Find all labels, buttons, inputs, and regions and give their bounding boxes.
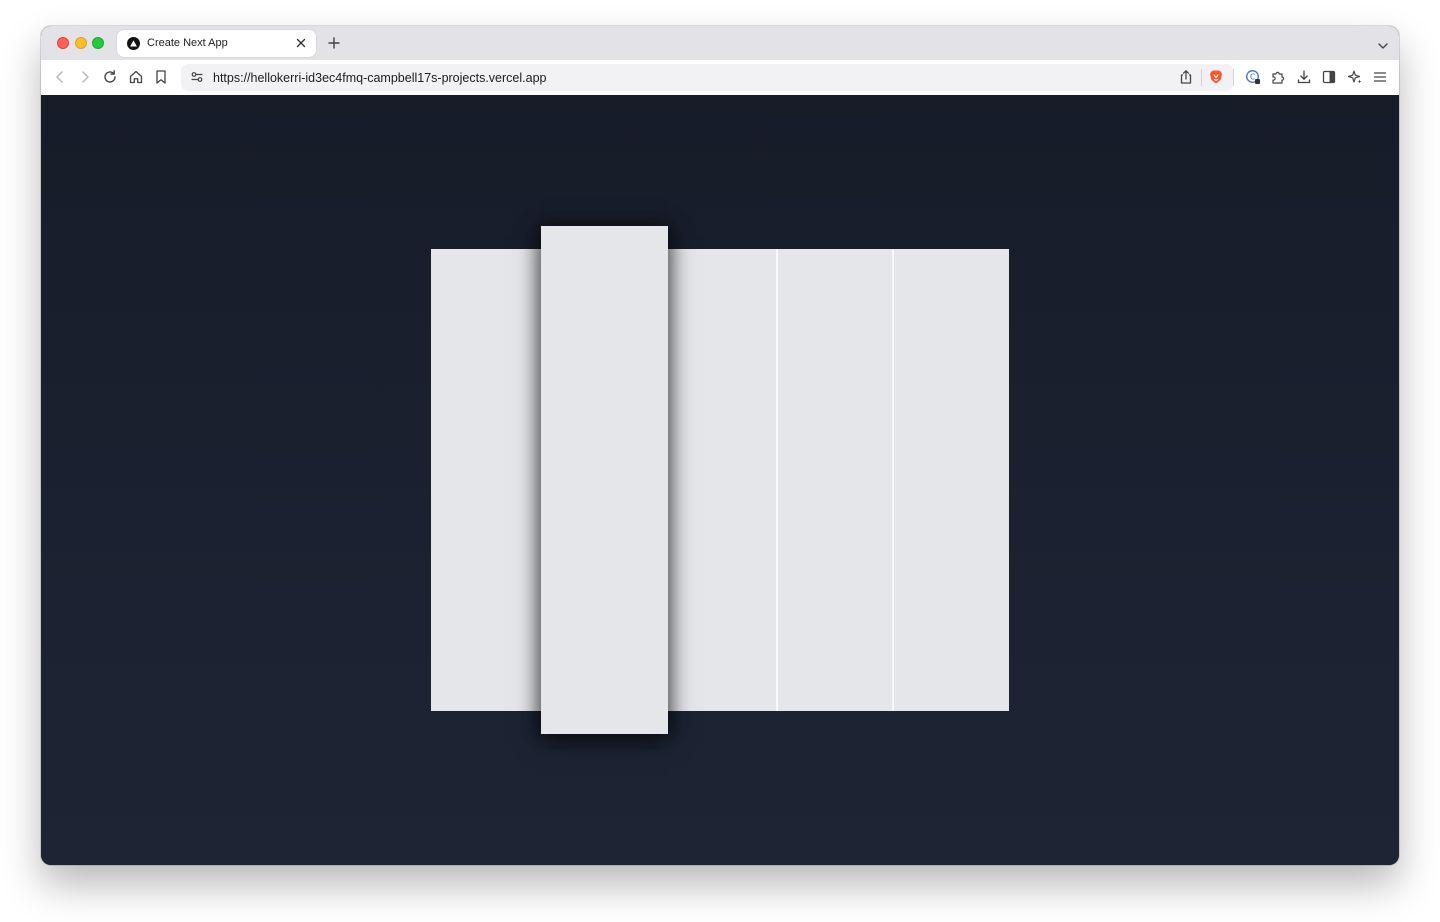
toolbar-separator	[1201, 69, 1202, 86]
url-text[interactable]: https://hellokerri-id3ec4fmq-campbell17s…	[213, 71, 546, 85]
svg-text:C: C	[1250, 73, 1255, 82]
panel-4[interactable]	[778, 249, 893, 711]
panel-3[interactable]	[668, 249, 778, 711]
panel-divider	[776, 249, 778, 711]
sparkle-icon[interactable]	[1347, 69, 1363, 85]
tab-title: Create Next App	[147, 37, 228, 49]
tab-strip: Create Next App	[41, 26, 1399, 60]
panel-5[interactable]	[893, 249, 1009, 711]
download-icon[interactable]	[1296, 69, 1312, 85]
plus-icon[interactable]	[328, 36, 340, 49]
window-maximize-button[interactable]	[92, 37, 104, 49]
vercel-triangle-icon	[127, 37, 140, 50]
site-settings-icon[interactable]	[189, 69, 205, 85]
toolbar-separator	[1233, 69, 1234, 86]
page-content	[41, 95, 1399, 865]
browser-window: Create Next App https://hellokerri-id3ec…	[41, 26, 1399, 865]
window-minimize-button[interactable]	[75, 37, 87, 49]
panel-2[interactable]	[541, 226, 668, 734]
wallet-icon[interactable]: C	[1245, 69, 1261, 85]
forward-arrow-icon[interactable]	[77, 69, 93, 85]
window-close-button[interactable]	[57, 37, 69, 49]
bookmark-icon[interactable]	[153, 69, 169, 85]
panel-divider	[892, 249, 894, 711]
close-icon[interactable]	[295, 36, 307, 48]
puzzle-icon[interactable]	[1270, 69, 1286, 85]
chevron-down-icon[interactable]	[1377, 38, 1389, 49]
share-icon[interactable]	[1178, 69, 1194, 85]
address-bar[interactable]: https://hellokerri-id3ec4fmq-campbell17s…	[181, 64, 1233, 91]
toolbar: https://hellokerri-id3ec4fmq-campbell17s…	[41, 60, 1399, 96]
tab-create-next-app[interactable]: Create Next App	[117, 30, 316, 57]
panel-1[interactable]	[431, 249, 541, 711]
home-icon[interactable]	[128, 69, 144, 85]
sidebar-icon[interactable]	[1321, 69, 1337, 85]
reload-icon[interactable]	[102, 69, 118, 85]
back-arrow-icon[interactable]	[52, 69, 68, 85]
hamburger-menu-icon[interactable]	[1372, 69, 1388, 85]
brave-lion-icon[interactable]	[1208, 69, 1224, 85]
